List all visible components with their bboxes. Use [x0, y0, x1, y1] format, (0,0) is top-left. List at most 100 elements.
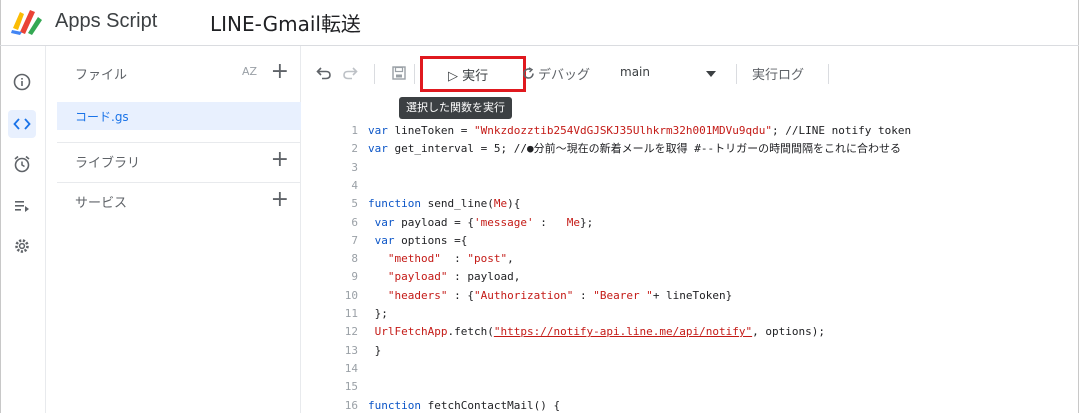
code-line[interactable]: 16 function fetchContactMail() { [302, 397, 1079, 413]
function-select[interactable]: main [620, 65, 650, 79]
project-title[interactable]: LINE-Gmail転送 [210, 8, 361, 37]
code-text: } [368, 342, 382, 360]
code-token: Me [493, 197, 508, 211]
code-token: payload = { [401, 215, 474, 229]
run-button[interactable]: ▷ 実行 [448, 65, 488, 84]
add-library-button[interactable]: + [271, 149, 289, 171]
code-text: function send_line(Me){ [368, 195, 520, 213]
toolbar-divider [374, 64, 375, 84]
apps-script-logo-icon[interactable] [10, 8, 44, 36]
debug-button[interactable]: デバッグ [538, 64, 590, 83]
app-header: Apps Script LINE-Gmail転送 [0, 0, 1079, 46]
rail-triggers[interactable] [8, 150, 36, 178]
settings-icon [15, 239, 29, 253]
code-text: var lineToken = "Wnkzdozztib254VdGJSKJ35… [368, 122, 911, 140]
code-line[interactable]: 10 "headers" : {"Authorization" : "Beare… [302, 287, 1079, 305]
line-number: 6 [351, 215, 358, 229]
code-token: }; [579, 215, 594, 229]
code-line[interactable]: 5 function send_line(Me){ [302, 195, 1079, 213]
line-number: 14 [344, 361, 358, 375]
line-number: 7 [351, 233, 358, 247]
add-file-button[interactable]: + [271, 61, 289, 83]
code-token: }; [368, 307, 388, 320]
product-name[interactable]: Apps Script [55, 10, 157, 33]
code-token: "Authorization" [473, 288, 574, 302]
code-token: "method" [368, 252, 441, 266]
code-text: "method" : "post", [368, 250, 514, 268]
code-line[interactable]: 11 }; [302, 305, 1079, 323]
code-line[interactable]: 9 "payload" : payload, [302, 268, 1079, 286]
code-token: , options); [752, 325, 825, 339]
save-icon[interactable] [392, 66, 406, 80]
code-token: "https://notify-api.line.me/api/notify" [493, 325, 753, 339]
code-line[interactable]: 8 "method" : "post", [302, 250, 1079, 268]
files-panel: ファイル AZ + コード.gs ライブラリ + サービス + [57, 46, 301, 413]
left-rail [0, 46, 46, 413]
code-token: var [368, 233, 402, 247]
code-line[interactable]: 15 [302, 378, 1079, 396]
code-token: : { [447, 288, 474, 302]
alarm-icon [14, 155, 30, 173]
code-line[interactable]: 13 } [302, 342, 1079, 360]
code-line[interactable]: 12 UrlFetchApp.fetch("https://notify-api… [302, 323, 1079, 341]
code-token: "headers" [368, 288, 448, 302]
services-row[interactable]: サービス + [57, 184, 301, 218]
code-token: : [573, 288, 594, 302]
execution-log-button[interactable]: 実行ログ [752, 64, 804, 83]
code-token: "Bearer " [593, 288, 653, 302]
code-line[interactable]: 14 [302, 360, 1079, 378]
code-token: "payload" [368, 270, 448, 284]
code-line[interactable]: 4 [302, 177, 1079, 195]
code-token: lineToken = [394, 124, 474, 137]
executions-icon [15, 201, 29, 212]
divider [57, 182, 301, 183]
code-token: + lineToken} [652, 288, 733, 302]
code-token: ){ [507, 197, 521, 211]
add-service-button[interactable]: + [271, 189, 289, 211]
undo-icon[interactable] [316, 66, 332, 80]
redo-icon[interactable] [342, 66, 358, 80]
debug-icon[interactable] [522, 67, 535, 80]
code-text: var options ={ [368, 232, 468, 250]
code-line[interactable]: 1 var lineToken = "Wnkzdozztib254VdGJSKJ3… [302, 122, 1079, 140]
code-icon [13, 118, 31, 130]
code-token: options ={ [401, 233, 468, 247]
code-token: : payload, [447, 270, 521, 284]
code-text: }; [368, 305, 388, 323]
code-text: var get_interval = 5; //●分前～現在の新着メールを取得 … [368, 140, 901, 158]
file-item-code-gs[interactable]: コード.gs [57, 102, 301, 130]
chevron-down-icon[interactable] [706, 71, 716, 77]
line-number: 2 [351, 142, 358, 156]
code-token: "post" [467, 252, 508, 266]
rail-executions[interactable] [8, 192, 36, 220]
code-text: function fetchContactMail() { [368, 397, 560, 413]
line-number: 5 [351, 197, 358, 211]
line-number: 12 [344, 325, 358, 339]
code-token: fetchContactMail() { [427, 398, 561, 412]
code-line[interactable]: 3 [302, 159, 1079, 177]
code-token: } [368, 343, 382, 357]
code-line[interactable]: 7 var options ={ [302, 232, 1079, 250]
code-text: UrlFetchApp.fetch("https://notify-api.li… [368, 323, 825, 341]
code-text: "headers" : {"Authorization" : "Bearer "… [368, 287, 732, 305]
code-editor[interactable]: 1 var lineToken = "Wnkzdozztib254VdGJSKJ3… [302, 116, 1079, 413]
line-number: 1 [351, 124, 358, 137]
info-icon [13, 73, 31, 91]
sort-files-icon[interactable]: AZ [242, 65, 257, 78]
code-token: UrlFetchApp [368, 325, 448, 339]
files-header: ファイル AZ + [57, 56, 301, 90]
toolbar-divider [828, 64, 829, 84]
code-line[interactable]: 6 var payload = {'message' : Me}; [302, 214, 1079, 232]
toolbar-divider [414, 64, 415, 84]
code-token: var [368, 142, 395, 156]
line-number: 11 [344, 307, 358, 320]
rail-editor[interactable] [8, 110, 36, 138]
code-token: "Wnkzdozztib254VdGJSKJ35Ulhkrm32h001MDVu… [473, 124, 772, 137]
line-number: 9 [351, 270, 358, 284]
line-number: 4 [351, 178, 358, 192]
rail-settings[interactable] [8, 232, 36, 260]
code-token: send_line( [427, 197, 494, 211]
rail-overview[interactable] [8, 68, 36, 96]
code-line[interactable]: 2 var get_interval = 5; //●分前～現在の新着メールを取得… [302, 140, 1079, 158]
libraries-row[interactable]: ライブラリ + [57, 144, 301, 178]
